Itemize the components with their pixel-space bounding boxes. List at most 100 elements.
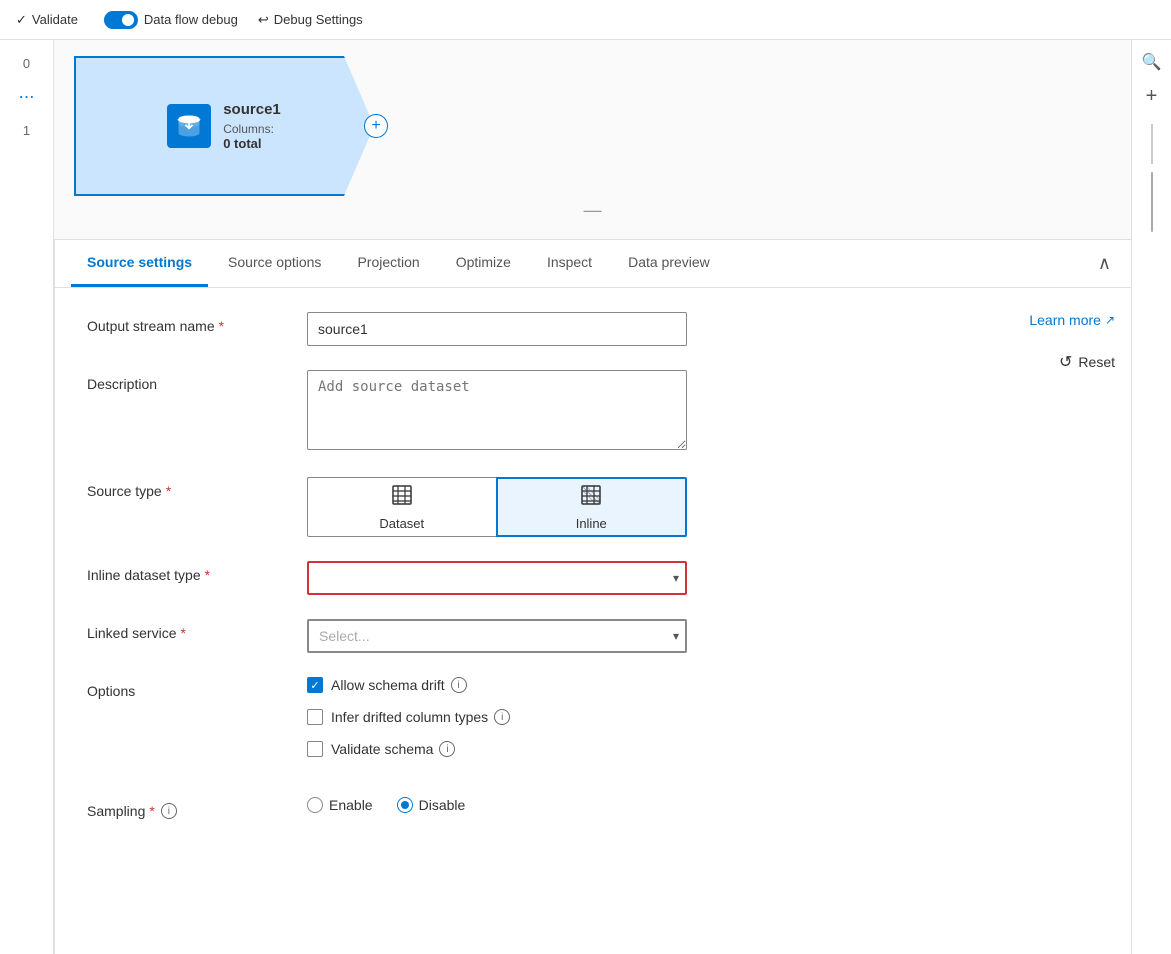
output-stream-name-row: Output stream name * bbox=[87, 312, 1099, 346]
flow-node: source1 Columns: 0 total + bbox=[74, 56, 374, 196]
node-icon bbox=[167, 104, 211, 148]
tabs-container: Source settings Source options Projectio… bbox=[71, 240, 730, 287]
debug-toggle[interactable] bbox=[104, 11, 138, 29]
plus-icon: + bbox=[1146, 85, 1158, 108]
dataset-icon bbox=[391, 484, 413, 512]
required-indicator: * bbox=[219, 318, 224, 334]
inline-dataset-type-label: Inline dataset type * bbox=[87, 561, 307, 583]
learn-more-area: Learn more ↗ bbox=[1029, 312, 1115, 328]
source-type-control: Dataset bbox=[307, 477, 1099, 537]
inline-dataset-type-wrapper: ▾ bbox=[307, 561, 687, 595]
infer-drifted-checkbox[interactable] bbox=[307, 709, 323, 725]
reset-button[interactable]: ↺ Reset bbox=[1059, 352, 1115, 372]
sampling-label: Sampling * i bbox=[87, 797, 307, 819]
allow-schema-drift-row: Allow schema drift i bbox=[307, 677, 1099, 693]
tab-source-settings[interactable]: Source settings bbox=[71, 240, 208, 287]
panel-collapse-button[interactable]: ∧ bbox=[1094, 249, 1115, 278]
search-button[interactable]: 🔍 bbox=[1138, 48, 1166, 76]
checkmark-icon: ✓ bbox=[16, 12, 27, 28]
source-type-buttons: Dataset bbox=[307, 477, 687, 537]
sampling-radio-group: Enable Disable bbox=[307, 797, 1099, 813]
allow-schema-drift-checkbox[interactable] bbox=[307, 677, 323, 693]
sampling-info-icon[interactable]: i bbox=[161, 803, 177, 819]
search-icon: 🔍 bbox=[1142, 52, 1162, 72]
reset-icon: ↺ bbox=[1059, 352, 1072, 372]
validate-schema-info-icon[interactable]: i bbox=[439, 741, 455, 757]
inline-type-button[interactable]: Inline bbox=[496, 477, 688, 537]
node-info: source1 Columns: 0 total bbox=[223, 101, 281, 151]
output-stream-name-control bbox=[307, 312, 1099, 346]
linked-service-row: Linked service * Select... ▾ bbox=[87, 619, 1099, 653]
main-container: 0 ⋯ 1 bbox=[0, 40, 1171, 954]
output-stream-name-label: Output stream name * bbox=[87, 312, 307, 334]
outer-right-panel: 🔍 + bbox=[1131, 40, 1171, 954]
left-sidebar: 0 ⋯ 1 bbox=[0, 40, 54, 954]
sidebar-num-0: 0 bbox=[23, 56, 30, 71]
debug-icon: ↩ bbox=[258, 12, 269, 28]
linked-service-wrapper: Select... ▾ bbox=[307, 619, 687, 653]
description-label: Description bbox=[87, 370, 307, 392]
debug-settings-btn[interactable]: ↩ Debug Settings bbox=[258, 12, 363, 28]
form-area: Learn more ↗ ↺ Reset Output stream name … bbox=[55, 288, 1131, 954]
disable-radio-item[interactable]: Disable bbox=[397, 797, 466, 813]
infer-drifted-row: Infer drifted column types i bbox=[307, 709, 1099, 725]
options-control: Allow schema drift i Infer drifted colum… bbox=[307, 677, 1099, 773]
tab-data-preview[interactable]: Data preview bbox=[612, 240, 726, 287]
inline-dataset-type-row: Inline dataset type * ▾ bbox=[87, 561, 1099, 595]
required-indicator-3: * bbox=[205, 567, 210, 583]
tab-projection[interactable]: Projection bbox=[341, 240, 435, 287]
description-row: Description bbox=[87, 370, 1099, 453]
allow-schema-drift-info-icon[interactable]: i bbox=[451, 677, 467, 693]
toggle-track[interactable] bbox=[104, 11, 138, 29]
right-panel: Source settings Source options Projectio… bbox=[54, 240, 1131, 954]
inline-icon bbox=[580, 484, 602, 512]
node-title: source1 bbox=[223, 101, 281, 118]
options-label: Options bbox=[87, 677, 307, 699]
linked-service-select[interactable]: Select... bbox=[307, 619, 687, 653]
description-textarea[interactable] bbox=[307, 370, 687, 450]
required-indicator-5: * bbox=[149, 803, 154, 819]
description-control bbox=[307, 370, 1099, 453]
required-indicator-4: * bbox=[181, 625, 186, 641]
inline-dataset-type-select[interactable] bbox=[307, 561, 687, 595]
add-node-button[interactable]: + bbox=[364, 114, 388, 138]
tab-inspect[interactable]: Inspect bbox=[531, 240, 608, 287]
sidebar-num-1: 1 bbox=[23, 123, 30, 138]
node-columns-count: 0 total bbox=[223, 136, 281, 151]
external-link-icon: ↗ bbox=[1105, 313, 1115, 327]
learn-more-link[interactable]: Learn more ↗ bbox=[1029, 312, 1115, 328]
source-type-row: Source type * bbox=[87, 477, 1099, 537]
sampling-control: Enable Disable bbox=[307, 797, 1099, 813]
enable-radio-item[interactable]: Enable bbox=[307, 797, 373, 813]
validate-btn[interactable]: ✓ Validate bbox=[16, 12, 78, 28]
scrollbar-thumb[interactable] bbox=[1151, 172, 1153, 232]
enable-radio-circle[interactable] bbox=[307, 797, 323, 813]
top-bar: ✓ Validate Data flow debug ↩ Debug Setti… bbox=[0, 0, 1171, 40]
infer-drifted-info-icon[interactable]: i bbox=[494, 709, 510, 725]
tabs-header: Source settings Source options Projectio… bbox=[55, 240, 1131, 288]
add-button[interactable]: + bbox=[1138, 82, 1166, 110]
divider bbox=[1151, 124, 1153, 164]
collapse-icon: — bbox=[584, 200, 602, 221]
node-columns-label: Columns: bbox=[223, 122, 281, 136]
node-shape[interactable]: source1 Columns: 0 total bbox=[74, 56, 374, 196]
output-stream-name-input[interactable] bbox=[307, 312, 687, 346]
dataflow-debug-label: Data flow debug bbox=[144, 12, 238, 27]
dots-menu[interactable]: ⋯ bbox=[19, 87, 35, 107]
linked-service-label: Linked service * bbox=[87, 619, 307, 641]
chevron-up-icon: ∧ bbox=[1098, 253, 1111, 273]
inline-dataset-type-control: ▾ bbox=[307, 561, 1099, 595]
validate-schema-checkbox[interactable] bbox=[307, 741, 323, 757]
source-type-label: Source type * bbox=[87, 477, 307, 499]
collapse-bar[interactable]: — bbox=[74, 196, 1111, 225]
flow-node-area: source1 Columns: 0 total + — bbox=[54, 40, 1131, 240]
disable-radio-circle[interactable] bbox=[397, 797, 413, 813]
tab-optimize[interactable]: Optimize bbox=[440, 240, 527, 287]
linked-service-control: Select... ▾ bbox=[307, 619, 1099, 653]
tab-source-options[interactable]: Source options bbox=[212, 240, 337, 287]
canvas-wrapper: source1 Columns: 0 total + — Source sett… bbox=[54, 40, 1131, 954]
validate-schema-row: Validate schema i bbox=[307, 741, 1099, 757]
dataset-type-button[interactable]: Dataset bbox=[307, 477, 496, 537]
sampling-row: Sampling * i Enable Disable bbox=[87, 797, 1099, 819]
options-row: Options Allow schema drift i Infer drift… bbox=[87, 677, 1099, 773]
